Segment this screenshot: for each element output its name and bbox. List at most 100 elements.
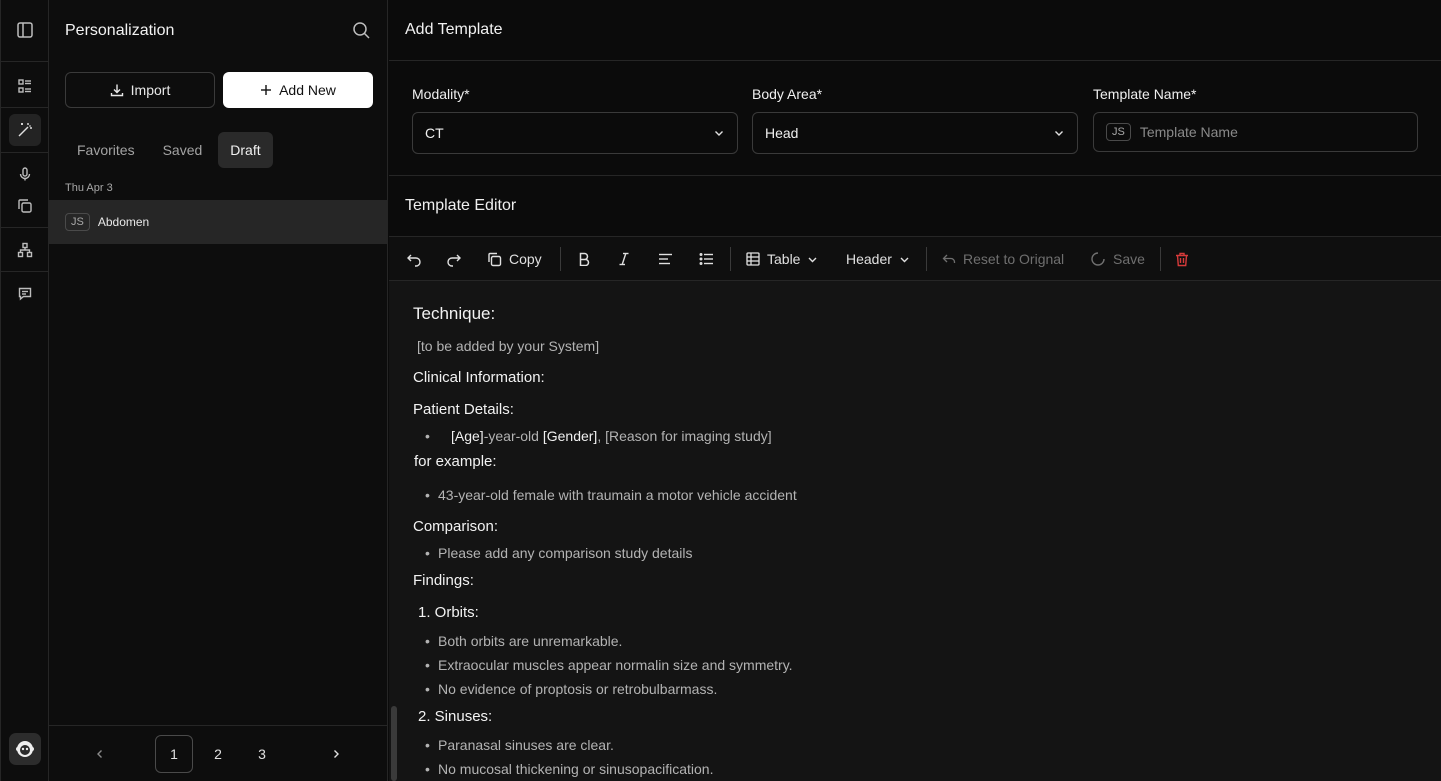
page-1-button[interactable]: 1 [155,735,193,773]
modality-select[interactable]: CT [412,112,738,154]
clinical-heading: Clinical Information: [413,369,545,386]
bullet-list-button[interactable] [699,237,714,281]
body-area-label: Body Area* [752,86,823,102]
delete-button[interactable] [1175,237,1189,281]
add-new-button[interactable]: Add New [223,72,373,108]
editor-title: Template Editor [389,176,1441,237]
copy-pages-icon[interactable] [9,190,41,222]
chat-icon[interactable] [9,278,41,310]
align-left-icon [659,253,672,265]
list-item-label: Abdomen [97,215,150,229]
download-icon [110,84,123,97]
modality-label: Modality* [412,86,470,102]
template-tabs: Favorites Saved Draft [65,132,273,168]
template-name-field: Template Name* JS [1093,86,1418,152]
trash-icon [1176,252,1188,266]
add-new-label: Add New [279,82,336,98]
orbits-heading: 1. Orbits: [418,604,479,621]
loading-spinner-icon [1091,252,1105,266]
prev-page-button[interactable] [81,735,119,773]
header-dropdown[interactable]: Header [846,237,910,281]
initials-badge: JS [65,213,90,231]
list-icon[interactable] [9,70,41,102]
redo-button[interactable] [446,237,462,281]
editor-scrollbar[interactable] [391,706,397,781]
microphone-icon[interactable] [9,158,41,190]
search-icon[interactable] [352,21,371,40]
tab-draft[interactable]: Draft [218,132,273,168]
pagination: 1 2 3 [49,725,387,781]
reset-arrow-icon [942,254,956,263]
sidebar: Personalization Import Add New Favorites… [49,0,388,781]
list-item: No evidence of proptosis or retrobulbarm… [425,681,717,697]
redo-icon [447,254,461,267]
import-button[interactable]: Import [65,72,215,108]
hierarchy-icon[interactable] [9,234,41,266]
chevron-right-icon [334,750,339,758]
copy-label: Copy [509,251,542,267]
copy-icon [488,252,502,266]
list-item: Please add any comparison study details [425,545,692,561]
header-label: Header [846,251,892,267]
bold-button[interactable] [577,237,591,281]
sinuses-heading: 2. Sinuses: [418,708,493,725]
italic-icon [619,252,629,266]
chevron-down-icon [715,131,723,136]
example-heading: for example: [414,453,497,470]
page-3-button[interactable]: 3 [243,735,281,773]
comparison-heading: Comparison: [413,518,499,535]
list-item: Extraocular muscles appear normalin size… [425,657,793,673]
save-button[interactable]: Save [1090,237,1145,281]
table-label: Table [767,251,801,267]
bold-icon [579,252,590,266]
template-name-input[interactable] [1139,124,1390,140]
user-avatar[interactable] [9,733,41,765]
italic-button[interactable] [617,237,631,281]
tab-saved[interactable]: Saved [151,132,215,168]
icon-rail [0,0,49,781]
table-icon [746,252,760,266]
editor-toolbar: Copy Table Header Reset to Orignal Save [389,237,1441,281]
sidebar-title: Personalization [65,21,175,39]
modality-field: Modality* CT [412,86,738,154]
technique-heading: Technique: [413,304,496,323]
editor-content[interactable]: Technique: [to be added by your System] … [389,281,1441,781]
chevron-down-icon [1055,131,1063,136]
body-area-value: Head [765,125,799,141]
reset-button[interactable]: Reset to Orignal [942,237,1064,281]
save-label: Save [1113,251,1145,267]
undo-button[interactable] [406,237,422,281]
chevron-left-icon [97,750,102,758]
date-group-label: Thu Apr 3 [65,182,113,194]
sidebar-toggle-icon[interactable] [9,14,41,46]
initials-badge: JS [1106,123,1131,141]
technique-text: [to be added by your System] [417,338,600,354]
template-name-input-wrapper: JS [1093,112,1418,152]
page-2-button[interactable]: 2 [199,735,237,773]
list-item: Both orbits are unremarkable. [425,633,622,649]
chevron-down-icon [808,257,817,262]
monkey-avatar-icon [16,741,34,757]
table-dropdown[interactable]: Table [746,237,818,281]
copy-button[interactable]: Copy [487,237,542,281]
body-area-field: Body Area* Head [752,86,1078,154]
tab-favorites[interactable]: Favorites [65,132,147,168]
next-page-button[interactable] [317,735,355,773]
list-item: Paranasal sinuses are clear. [425,737,614,753]
modality-value: CT [425,125,444,141]
page-title: Add Template [389,0,1441,61]
list-item: 43-year-old female with traumain a motor… [425,487,797,503]
main-panel: Add Template Modality* CT Body Area* Hea… [389,0,1441,781]
template-name-label: Template Name* [1093,86,1197,102]
list-item[interactable]: JS Abdomen [49,200,387,244]
align-button[interactable] [658,237,673,281]
list-item: [Age]-year-old [Gender], [Reason for ima… [425,428,772,444]
bullet-list-icon [699,253,713,265]
findings-heading: Findings: [413,572,474,589]
chevron-down-icon [900,257,909,262]
patient-heading: Patient Details: [413,401,514,418]
body-area-select[interactable]: Head [752,112,1078,154]
magic-wand-icon[interactable] [9,114,41,146]
template-form: Modality* CT Body Area* Head Template Na… [389,61,1441,176]
reset-label: Reset to Orignal [963,251,1065,267]
